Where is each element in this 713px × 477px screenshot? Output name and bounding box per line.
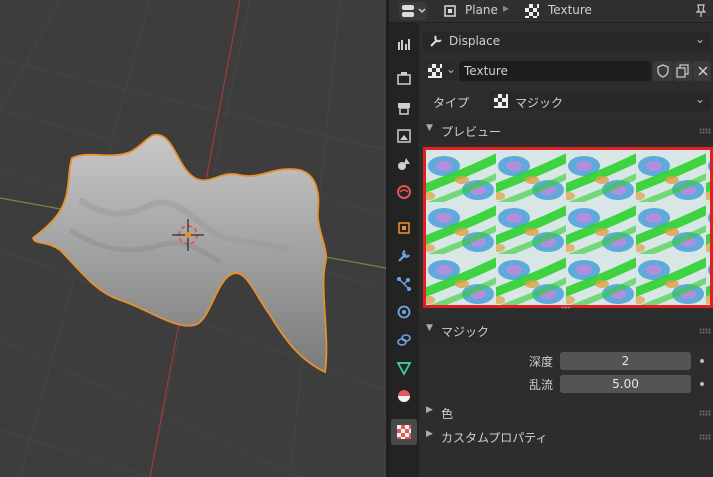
texture-checker-icon xyxy=(525,4,539,18)
drag-grip-icon[interactable] xyxy=(699,434,711,440)
texture-datablock-row: ⌄ Texture xyxy=(419,59,713,83)
tab-data[interactable] xyxy=(391,355,417,381)
view-layer-tab-icon xyxy=(397,129,411,143)
collapse-triangle-icon: ▶ xyxy=(426,429,433,439)
texture-checker-icon xyxy=(494,94,508,108)
depth-row: 深度 2 xyxy=(419,349,713,373)
render-tab-icon xyxy=(397,72,411,85)
chevron-down-icon: ⌄ xyxy=(694,92,705,106)
breadcrumb-texture[interactable]: Texture xyxy=(548,3,592,17)
expand-triangle-icon: ▼ xyxy=(426,123,433,133)
color-section-header[interactable]: ▶ 色 xyxy=(419,401,713,425)
tab-physics[interactable] xyxy=(391,299,417,325)
3d-viewport[interactable] xyxy=(0,0,386,477)
collapse-triangle-icon: ▶ xyxy=(426,405,433,415)
physics-tab-icon xyxy=(397,305,411,319)
tab-view-layer[interactable] xyxy=(391,123,417,149)
browse-texture-button[interactable]: ⌄ xyxy=(425,61,457,81)
output-tab-icon xyxy=(398,103,410,115)
magic-section-title: マジック xyxy=(441,325,490,339)
depth-field[interactable]: 2 xyxy=(560,352,691,370)
tab-texture[interactable] xyxy=(391,419,417,445)
breadcrumb-object[interactable]: Plane xyxy=(465,3,498,17)
texture-tab-icon xyxy=(397,425,411,439)
drag-grip-icon[interactable] xyxy=(699,328,711,334)
pin-icon[interactable] xyxy=(694,3,708,19)
expand-triangle-icon: ▼ xyxy=(426,323,433,333)
tab-material[interactable] xyxy=(391,383,417,409)
texture-name-field[interactable]: Texture xyxy=(459,61,651,81)
texture-checker-icon xyxy=(428,64,442,78)
tab-object[interactable] xyxy=(391,215,417,241)
duplicate-texture-button[interactable] xyxy=(674,61,692,81)
constraints-tab-icon xyxy=(397,334,411,346)
texture-type-row: タイプ マジック ⌄ xyxy=(419,89,713,113)
turbulence-label: 乱流 xyxy=(529,378,554,392)
color-section-title: 色 xyxy=(441,407,454,421)
turbulence-row: 乱流 5.00 xyxy=(419,372,713,396)
preview-resize-grip-icon[interactable] xyxy=(561,306,571,309)
fake-user-button[interactable] xyxy=(653,61,673,81)
magic-section-header[interactable]: ▼ マジック xyxy=(419,319,713,343)
modifier-tab-icon xyxy=(398,250,410,262)
turbulence-field[interactable]: 5.00 xyxy=(560,375,691,393)
chevron-down-icon: ⌄ xyxy=(694,32,705,46)
texture-context-selector[interactable]: Displace ⌄ xyxy=(423,31,711,51)
tab-modifier[interactable] xyxy=(391,243,417,269)
modifier-icon xyxy=(430,35,442,47)
texture-type-dropdown[interactable]: マジック ⌄ xyxy=(489,91,711,111)
viewport-canvas xyxy=(0,0,386,477)
object-tab-icon xyxy=(398,222,410,234)
drag-grip-icon[interactable] xyxy=(699,410,711,416)
material-tab-icon xyxy=(398,390,410,402)
preview-section-header[interactable]: ▼ プレビュー xyxy=(419,119,713,143)
depth-label: 深度 xyxy=(529,355,554,369)
texture-context-label: Displace xyxy=(449,34,501,48)
keyframe-dot-icon[interactable] xyxy=(700,382,704,386)
properties-header: Plane ▸ Texture xyxy=(389,0,713,23)
properties-editor-icon xyxy=(402,5,426,17)
data-tab-icon xyxy=(396,362,412,376)
type-label: タイプ xyxy=(433,96,470,110)
chevron-down-icon: ⌄ xyxy=(446,62,457,76)
texture-context-row: Displace ⌄ xyxy=(419,29,713,53)
texture-type-value: マジック xyxy=(515,96,564,110)
unlink-texture-button[interactable] xyxy=(693,61,711,81)
custom-props-section-title: カスタムプロパティ xyxy=(441,431,548,445)
shield-icon xyxy=(657,64,669,78)
tab-render[interactable] xyxy=(391,65,417,91)
tab-particles[interactable] xyxy=(391,271,417,297)
world-tab-icon xyxy=(397,185,411,199)
tab-world[interactable] xyxy=(391,179,417,205)
duplicate-icon xyxy=(676,64,689,78)
close-icon xyxy=(698,66,708,76)
tab-scene[interactable] xyxy=(391,151,417,177)
keyframe-dot-icon[interactable] xyxy=(700,359,704,363)
texture-name-value: Texture xyxy=(464,64,508,78)
tab-tool[interactable] xyxy=(391,31,417,57)
object-icon xyxy=(444,5,456,17)
magic-texture-preview-image xyxy=(426,150,710,305)
tab-constraints[interactable] xyxy=(391,327,417,353)
properties-tabs xyxy=(389,23,419,477)
particles-tab-icon xyxy=(397,277,411,291)
editor-type-button[interactable] xyxy=(399,2,427,20)
preview-section-title: プレビュー xyxy=(441,125,502,139)
texture-preview xyxy=(423,147,713,308)
tab-output[interactable] xyxy=(391,95,417,121)
properties-panel: Displace ⌄ ⌄ Texture タイプ マジック ⌄ ▼ プレビュー … xyxy=(419,23,713,477)
drag-grip-icon[interactable] xyxy=(699,128,711,134)
breadcrumb-separator-icon: ▸ xyxy=(503,1,510,15)
tool-tab-icon xyxy=(398,39,410,50)
custom-props-section-header[interactable]: ▶ カスタムプロパティ xyxy=(419,425,713,449)
scene-tab-icon xyxy=(398,158,410,170)
